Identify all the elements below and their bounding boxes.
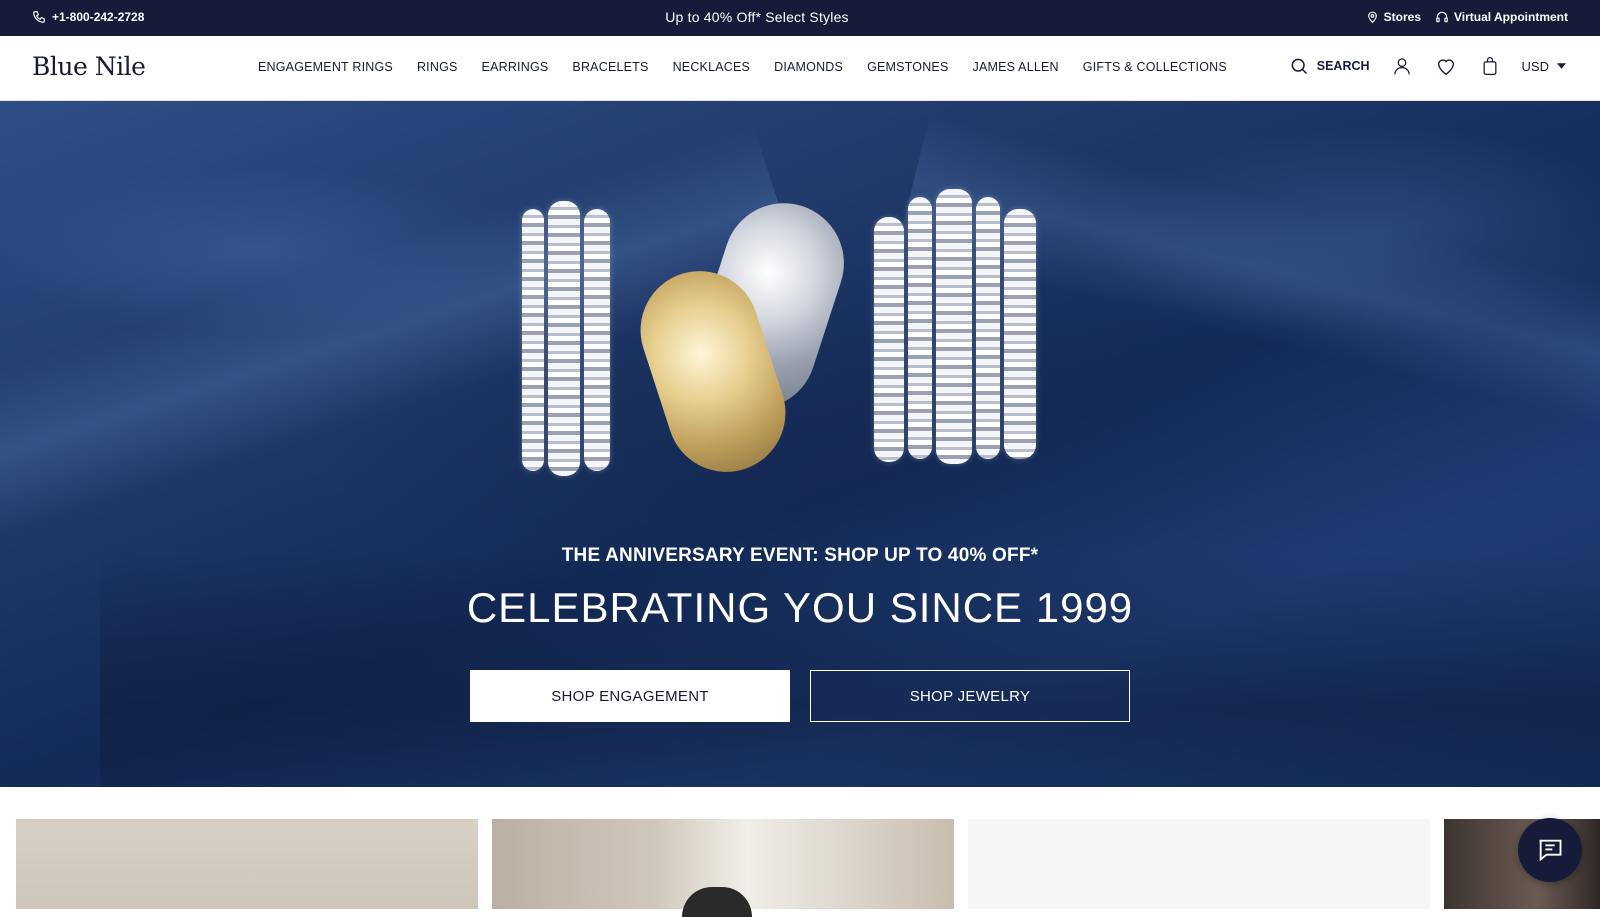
category-card[interactable] — [968, 819, 1430, 909]
top-utility-bar: +1-800-242-2728 Up to 40% Off* Select St… — [0, 0, 1600, 36]
nav-gifts-collections[interactable]: GIFTS & COLLECTIONS — [1083, 60, 1227, 74]
nav-james-allen[interactable]: JAMES ALLEN — [973, 60, 1059, 74]
shop-jewelry-button[interactable]: SHOP JEWELRY — [810, 670, 1130, 722]
headset-icon — [1436, 11, 1448, 23]
product-image — [682, 887, 752, 917]
account-icon[interactable] — [1392, 55, 1412, 77]
diamond-band — [976, 197, 1000, 459]
promo-banner-text[interactable]: Up to 40% Off* Select Styles — [0, 9, 1514, 25]
diamond-band — [908, 197, 932, 459]
nav-rings[interactable]: RINGS — [417, 60, 458, 74]
hero-subtitle: THE ANNIVERSARY EVENT: SHOP UP TO 40% OF… — [561, 545, 1039, 566]
diamond-band — [1004, 209, 1036, 459]
category-card[interactable] — [492, 819, 954, 917]
currency-label: USD — [1521, 58, 1549, 74]
hero-jewelry-image — [520, 187, 1060, 489]
search-label: SEARCH — [1316, 59, 1370, 73]
diamond-band — [548, 201, 580, 476]
nav-diamonds[interactable]: DIAMONDS — [774, 60, 843, 74]
brand-logo[interactable]: Blue Nile — [32, 52, 146, 81]
virtual-appointment-label: Virtual Appointment — [1454, 10, 1568, 24]
search-icon — [1291, 58, 1307, 75]
chat-button[interactable] — [1518, 818, 1582, 882]
nav-necklaces[interactable]: NECKLACES — [673, 60, 751, 74]
diamond-band — [936, 189, 972, 464]
currency-selector[interactable]: USD — [1522, 59, 1566, 74]
category-cards-row — [0, 787, 1600, 917]
search-button[interactable]: SEARCH — [1289, 56, 1370, 76]
diamond-band — [874, 217, 904, 462]
virtual-appointment-link[interactable]: Virtual Appointment — [1435, 10, 1568, 24]
diamond-band — [584, 209, 610, 471]
shopping-bag-icon[interactable] — [1480, 54, 1500, 78]
hero-banner[interactable]: THE ANNIVERSARY EVENT: SHOP UP TO 40% OF… — [0, 101, 1600, 787]
wishlist-heart-icon[interactable] — [1434, 55, 1458, 77]
chat-bubble-icon — [1539, 839, 1562, 862]
shop-engagement-button[interactable]: SHOP ENGAGEMENT — [470, 670, 790, 722]
stores-label: Stores — [1383, 10, 1421, 24]
category-card[interactable] — [16, 819, 478, 909]
stores-link[interactable]: Stores — [1366, 10, 1421, 24]
location-pin-icon — [1367, 11, 1377, 24]
nav-gemstones[interactable]: GEMSTONES — [867, 60, 948, 74]
main-header: Blue Nile ENGAGEMENT RINGS RINGS EARRING… — [0, 36, 1600, 101]
hero-title: CELEBRATING YOU SINCE 1999 — [466, 584, 1134, 631]
nav-earrings[interactable]: EARRINGS — [482, 60, 549, 74]
diamond-band — [522, 209, 544, 471]
nav-engagement-rings[interactable]: ENGAGEMENT RINGS — [258, 60, 393, 74]
nav-bracelets[interactable]: BRACELETS — [572, 60, 648, 74]
main-nav: ENGAGEMENT RINGS RINGS EARRINGS BRACELET… — [258, 60, 1227, 74]
caret-down-icon — [1557, 63, 1566, 69]
